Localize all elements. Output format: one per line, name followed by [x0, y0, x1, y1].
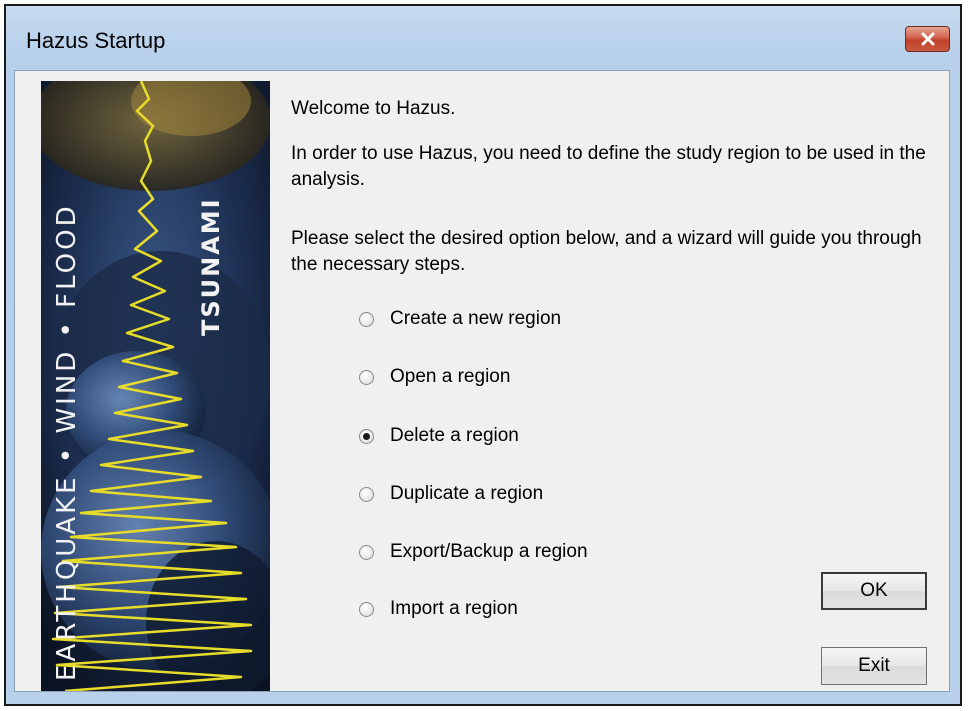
- radio-button-icon[interactable]: [359, 428, 374, 444]
- radio-label: Export/Backup a region: [390, 541, 588, 562]
- radio-label: Create a new region: [390, 308, 562, 329]
- intro-text: In order to use Hazus, you need to defin…: [291, 143, 926, 190]
- radio-export-region[interactable]: Export/Backup a region: [359, 541, 588, 563]
- radio-button-icon[interactable]: [359, 601, 374, 617]
- radio-duplicate-region[interactable]: Duplicate a region: [359, 483, 543, 505]
- banner-tsunami-text: TSUNAMI: [197, 197, 225, 336]
- radio-open-region[interactable]: Open a region: [359, 366, 510, 388]
- title-bar[interactable]: Hazus Startup: [6, 6, 960, 70]
- window-title: Hazus Startup: [26, 28, 166, 53]
- close-x-icon: [920, 32, 936, 46]
- instruction-text: Please select the desired option below, …: [291, 228, 922, 275]
- radio-label: Import a region: [390, 598, 518, 619]
- welcome-text: Welcome to Hazus.: [291, 98, 456, 119]
- close-button[interactable]: [905, 26, 950, 52]
- dialog-client-area: EARTHQUAKE • WIND • FLOOD TSUNAMI Welcom…: [14, 70, 950, 692]
- radio-button-icon[interactable]: [359, 486, 374, 502]
- hazus-banner-image: EARTHQUAKE • WIND • FLOOD TSUNAMI: [41, 81, 270, 691]
- ok-button[interactable]: OK: [821, 572, 927, 610]
- radio-label: Open a region: [390, 366, 511, 387]
- banner-hazards-text: EARTHQUAKE • WIND • FLOOD: [52, 203, 82, 681]
- radio-create-region[interactable]: Create a new region: [359, 308, 561, 330]
- exit-button[interactable]: Exit: [821, 647, 927, 685]
- radio-button-icon[interactable]: [359, 544, 374, 560]
- radio-button-icon[interactable]: [359, 369, 374, 385]
- dialog-window: Hazus Startup EARTHQUAKE • WIND • FLOOD …: [4, 4, 962, 706]
- radio-label: Duplicate a region: [390, 483, 544, 504]
- radio-button-icon[interactable]: [359, 311, 374, 327]
- radio-label: Delete a region: [390, 425, 519, 446]
- radio-delete-region[interactable]: Delete a region: [359, 425, 519, 447]
- radio-import-region[interactable]: Import a region: [359, 598, 518, 620]
